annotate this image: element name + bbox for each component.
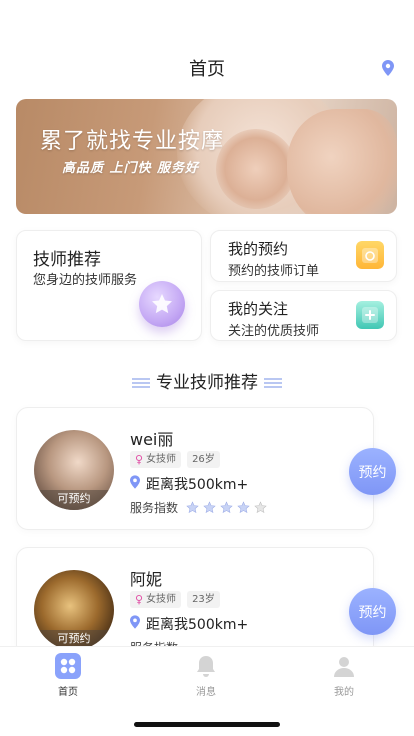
star-icon [237,501,250,514]
therapist-tags: ♀ 女技师 23岁 [130,591,220,608]
heading-decoration-icon [264,378,282,388]
section-title: 专业技师推荐 [156,373,258,393]
age-tag: 26岁 [187,451,220,468]
banner-tagline: 高品质 上门快 服务好 [62,161,200,176]
avatar: 可预约 [34,430,114,510]
therapist-name: 阿妮 [130,570,163,589]
therapist-name: wei丽 [130,430,174,449]
book-button[interactable]: 预约 [349,588,396,635]
female-icon: ♀ [135,593,144,606]
card-subtitle: 关注的优质技师 [228,324,320,339]
plus-square-icon [356,301,384,329]
banner-hand-image [216,129,296,209]
heading-decoration-icon [132,378,150,388]
distance-text: 距离我500km+ [146,617,249,633]
promo-banner[interactable]: 累了就找专业按摩 高品质 上门快 服务好 [16,99,397,214]
availability-badge: 可预约 [34,490,114,510]
service-score: 服务指数 [130,499,267,516]
location-pin-icon [130,475,140,493]
gender-label: 女技师 [146,594,177,605]
gender-tag: ♀ 女技师 [130,591,182,608]
home-indicator [134,722,280,727]
star-icon [203,501,216,514]
tab-label: 首页 [58,687,78,698]
therapist-card[interactable]: 可预约 阿妮 ♀女技师 23岁 距离我500km+ 服务指数 预约 [16,547,396,657]
age-tag: 23岁 [187,591,220,608]
tab-home[interactable]: 首页 [38,653,98,698]
therapist-tags: ♀ 女技师 26岁 [130,451,220,468]
top-header: 首页 [0,48,414,88]
tab-mine[interactable]: 我的 [314,653,374,698]
bell-icon [193,653,219,679]
section-heading: 专业技师推荐 [0,368,414,393]
location-pin-icon[interactable] [382,60,394,80]
card-title: 我的关注 [228,300,289,318]
page-title: 首页 [189,59,225,80]
distance-row: 距离我500km+ [130,614,248,634]
female-icon: ♀ [135,453,144,466]
star-badge-icon [139,281,185,327]
avatar: 可预约 [34,570,114,650]
card-subtitle: 您身边的技师服务 [33,273,138,288]
rating-stars [186,501,267,514]
star-icon [254,501,267,514]
score-label: 服务指数 [130,501,179,515]
banner-hand-image [287,109,397,214]
therapist-card[interactable]: 可预约 wei丽 ♀ 女技师 26岁 距离我500km+ 服务指数 预约 [16,407,396,530]
tab-label: 我的 [334,687,354,698]
location-pin-icon [130,615,140,633]
user-icon [331,653,357,679]
card-therapist-recommend[interactable]: 技师推荐 您身边的技师服务 [16,230,202,341]
gender-tag: ♀ 女技师 [130,451,182,468]
book-button[interactable]: 预约 [349,448,396,495]
home-grid-icon [55,653,81,679]
card-my-follows[interactable]: 我的关注 关注的优质技师 [210,290,397,341]
tab-messages[interactable]: 消息 [176,653,236,698]
card-my-bookings[interactable]: 我的预约 预约的技师订单 [210,230,397,282]
gender-label: 女技师 [146,454,177,465]
distance-row: 距离我500km+ [130,474,248,494]
card-subtitle: 预约的技师订单 [228,264,320,279]
distance-text: 距离我500km+ [146,477,249,493]
star-icon [186,501,199,514]
calendar-icon [356,241,384,269]
card-title: 我的预约 [228,240,289,258]
banner-headline: 累了就找专业按摩 [40,129,225,154]
tab-label: 消息 [196,687,216,698]
card-title: 技师推荐 [33,250,101,270]
star-icon [220,501,233,514]
